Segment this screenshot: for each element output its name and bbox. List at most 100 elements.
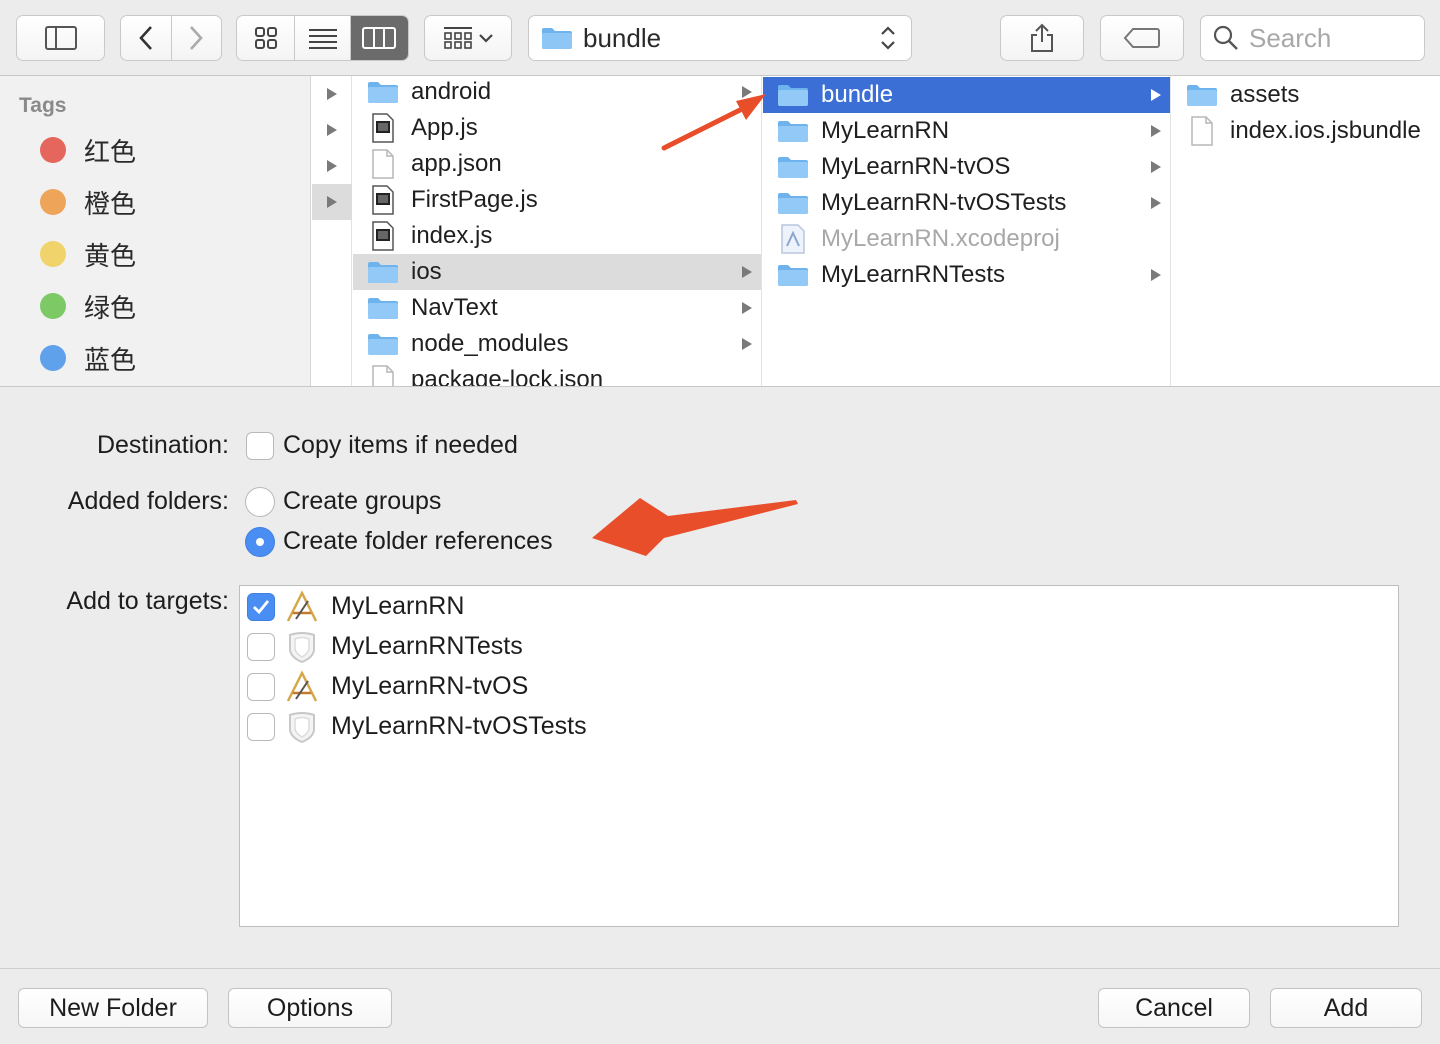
- file-row[interactable]: node_modules: [353, 326, 761, 362]
- file-row[interactable]: NavText: [353, 290, 761, 326]
- file-row[interactable]: MyLearnRNTests: [763, 257, 1170, 293]
- copy-items-checkbox[interactable]: [246, 432, 274, 460]
- document-icon: [372, 365, 394, 386]
- file-name: index.js: [411, 222, 493, 249]
- target-row[interactable]: MyLearnRNTests: [240, 627, 1398, 667]
- options-button[interactable]: Options: [228, 988, 392, 1028]
- file-row[interactable]: MyLearnRN.xcodeproj: [763, 221, 1170, 257]
- search-field[interactable]: [1200, 15, 1425, 61]
- file-row[interactable]: MyLearnRN-tvOSTests: [763, 185, 1170, 221]
- column-project: android App.js app.json FirstPage.js index.j…: [353, 76, 762, 387]
- file-name: ios: [411, 258, 442, 285]
- tag-label: 蓝色: [84, 345, 137, 376]
- file-name: package-lock.json: [411, 366, 604, 387]
- folder-icon: [368, 298, 398, 319]
- copy-items-label[interactable]: Copy items if needed: [283, 431, 518, 460]
- group-by-button[interactable]: [424, 15, 512, 61]
- folder-icon: [542, 28, 572, 49]
- file-row[interactable]: assets: [1172, 77, 1440, 113]
- folder-icon: [778, 85, 808, 106]
- add-to-targets-label: Add to targets:: [66, 587, 229, 615]
- target-row[interactable]: MyLearnRN-tvOSTests: [240, 707, 1398, 747]
- tag-label: 绿色: [84, 293, 137, 324]
- cancel-button[interactable]: Cancel: [1098, 988, 1250, 1028]
- add-button[interactable]: Add: [1270, 988, 1422, 1028]
- file-row[interactable]: bundle: [763, 77, 1170, 113]
- create-groups-radio[interactable]: [245, 487, 275, 517]
- disclosure-arrow[interactable]: [312, 76, 352, 112]
- file-row[interactable]: android: [353, 76, 761, 110]
- file-row[interactable]: index.js: [353, 218, 761, 254]
- checkmark-icon: [253, 600, 270, 615]
- disclosure-triangle-icon: [1151, 269, 1161, 281]
- disclosure-arrow[interactable]: [312, 112, 352, 148]
- annotation-arrow-folder-references: [592, 498, 798, 556]
- file-row[interactable]: FirstPage.js: [353, 182, 761, 218]
- file-name: assets: [1230, 81, 1300, 108]
- file-row[interactable]: App.js: [353, 110, 761, 146]
- dialog-footer: New Folder Options Cancel Add: [0, 968, 1440, 1044]
- create-folder-references-radio[interactable]: [245, 527, 275, 557]
- target-name: MyLearnRNTests: [331, 632, 523, 660]
- file-name: FirstPage.js: [411, 186, 538, 213]
- file-row[interactable]: app.json: [353, 146, 761, 182]
- sidebar-tag-item[interactable]: 橙色: [40, 184, 136, 220]
- target-row[interactable]: MyLearnRN-tvOS: [240, 667, 1398, 707]
- parent-column-strip: [312, 76, 352, 386]
- document-icon: [1191, 116, 1213, 146]
- create-folder-references-label[interactable]: Create folder references: [283, 527, 553, 556]
- js-file-icon: [372, 185, 394, 215]
- disclosure-triangle-icon: [1151, 89, 1161, 101]
- file-name: MyLearnRN.xcodeproj: [821, 225, 1060, 252]
- sidebar-tag-item[interactable]: 蓝色: [40, 340, 136, 376]
- sidebar-icon: [44, 26, 77, 50]
- forward-button[interactable]: [170, 16, 221, 60]
- updown-chevron-icon: [881, 26, 895, 50]
- file-browser: Tags 红色 橙色 黄色 绿色 蓝色 android App.js app.json Fir…: [0, 76, 1440, 387]
- targets-list: MyLearnRN MyLearnRNTests MyLearnRN-tvOS MyL…: [239, 585, 1399, 927]
- file-row[interactable]: index.ios.jsbundle: [1172, 113, 1440, 149]
- file-name: MyLearnRN-tvOS: [821, 153, 1011, 180]
- file-row[interactable]: package-lock.json: [353, 362, 761, 387]
- target-checkbox[interactable]: [247, 713, 275, 741]
- test-target-icon: [289, 632, 315, 664]
- share-icon: [1031, 23, 1053, 52]
- path-label: bundle: [583, 22, 662, 53]
- target-checkbox[interactable]: [247, 633, 275, 661]
- disclosure-arrow[interactable]: [312, 184, 352, 220]
- back-forward-control: [120, 15, 222, 61]
- edit-tags-button[interactable]: [1100, 15, 1184, 61]
- disclosure-triangle-icon: [742, 338, 752, 350]
- share-button[interactable]: [1000, 15, 1084, 61]
- file-row[interactable]: MyLearnRN-tvOS: [763, 149, 1170, 185]
- xcodeproj-icon: [781, 224, 805, 254]
- sidebar-toggle-button[interactable]: [16, 15, 105, 61]
- file-name: App.js: [411, 114, 478, 141]
- disclosure-arrow[interactable]: [312, 148, 352, 184]
- sidebar-tag-item[interactable]: 红色: [40, 132, 136, 168]
- file-row[interactable]: ios: [353, 254, 761, 290]
- create-groups-label[interactable]: Create groups: [283, 487, 441, 516]
- column-view-button[interactable]: [349, 16, 408, 60]
- tag-label: 橙色: [84, 189, 137, 220]
- folder-icon: [778, 121, 808, 142]
- new-folder-button[interactable]: New Folder: [18, 988, 208, 1028]
- file-row[interactable]: MyLearnRN: [763, 113, 1170, 149]
- list-view-button[interactable]: [294, 16, 349, 60]
- target-checkbox[interactable]: [247, 673, 275, 701]
- target-checkbox[interactable]: [247, 593, 275, 621]
- target-row[interactable]: MyLearnRN: [240, 587, 1398, 627]
- icon-view-button[interactable]: [237, 16, 294, 60]
- search-input[interactable]: [1247, 21, 1407, 55]
- chevron-left-icon: [139, 26, 152, 50]
- file-name: MyLearnRNTests: [821, 261, 1006, 288]
- chevron-right-icon: [190, 26, 204, 50]
- folder-icon: [778, 265, 808, 286]
- view-mode-control: [236, 15, 409, 61]
- column-ios: bundle MyLearnRN MyLearnRN-tvOS MyLearnRN-t…: [763, 76, 1171, 386]
- columns-icon: [362, 27, 397, 49]
- sidebar-tag-item[interactable]: 黄色: [40, 236, 136, 272]
- sidebar-tag-item[interactable]: 绿色: [40, 288, 136, 324]
- back-button[interactable]: [121, 16, 171, 60]
- path-popup[interactable]: bundle: [528, 15, 912, 61]
